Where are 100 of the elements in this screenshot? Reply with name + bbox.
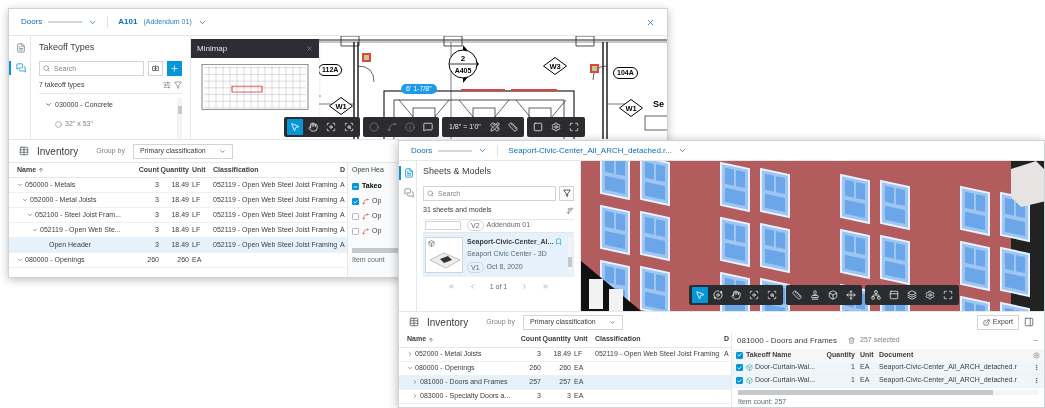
door-marker [590, 64, 599, 73]
panel-title: 081000 - Doors and Frames [737, 334, 838, 347]
first-page-icon[interactable] [447, 283, 455, 291]
hand-tool-button[interactable] [305, 119, 321, 135]
sliders-icon[interactable] [163, 81, 171, 89]
focus-icon [749, 290, 759, 300]
sort-arrow-icon[interactable] [428, 336, 435, 343]
checkbox[interactable] [352, 183, 359, 190]
close-icon[interactable] [646, 17, 655, 27]
hierarchy-tool-button[interactable] [868, 287, 884, 303]
next-page-icon[interactable] [521, 283, 529, 291]
circle-icon [55, 120, 62, 128]
inventory-title: Inventory [37, 144, 79, 159]
collapse-icon[interactable] [1032, 337, 1039, 344]
import-button[interactable] [148, 60, 163, 76]
filter-icon[interactable] [174, 81, 182, 89]
chevron-icon[interactable] [22, 197, 28, 203]
inventory-title: Inventory [427, 315, 469, 330]
cursor-icon [290, 122, 300, 132]
export-icon [982, 318, 990, 326]
checkbox[interactable] [736, 364, 743, 371]
chevron-icon[interactable] [407, 351, 413, 357]
checkbox[interactable] [736, 351, 743, 359]
bubbles-icon [15, 63, 26, 73]
layers-tool-button[interactable] [904, 287, 920, 303]
filter-icon [562, 189, 571, 197]
move-tool-button[interactable] [843, 287, 859, 303]
placeholder-bar [438, 149, 473, 152]
hand-tool-button[interactable] [728, 287, 744, 303]
ruler-icon [792, 290, 802, 300]
square-icon [532, 122, 543, 132]
checkbox[interactable] [352, 228, 359, 235]
chevron-icon[interactable] [32, 227, 38, 233]
polyline-icon [362, 228, 369, 235]
stamp-icon [810, 290, 820, 300]
polyline-icon [362, 213, 369, 220]
focus-icon [326, 122, 336, 132]
chevron-icon [608, 318, 616, 326]
chevron-icon[interactable] [407, 365, 413, 371]
hierarchy-icon [871, 290, 881, 300]
document-type[interactable]: Doors [21, 16, 43, 28]
bookmark-icon[interactable] [555, 238, 563, 246]
scrollbar[interactable] [352, 248, 399, 253]
scrollbar[interactable] [177, 97, 182, 139]
settings-icon[interactable] [1033, 351, 1040, 359]
table-icon [19, 146, 29, 156]
sheet-icon [15, 43, 26, 53]
fullscreen-icon [568, 122, 579, 132]
polyline-icon [362, 198, 369, 205]
ruler-icon [507, 122, 518, 132]
cube-icon [746, 364, 753, 371]
trash-icon[interactable] [848, 337, 856, 344]
import-icon [152, 64, 159, 72]
pencil-ruler-icon [489, 122, 500, 132]
cursor-icon [695, 290, 705, 300]
chevron-icon[interactable] [478, 146, 488, 155]
layers-icon [907, 290, 917, 300]
circle-icon [369, 122, 379, 132]
document-type[interactable]: Doors [411, 144, 433, 157]
last-page-icon[interactable] [542, 283, 550, 291]
search-icon [43, 64, 50, 72]
door-marker [362, 53, 371, 62]
ruler-tool-button[interactable] [789, 287, 805, 303]
chevron-icon[interactable] [27, 212, 33, 218]
cube-icon [428, 239, 435, 247]
filter-button[interactable] [559, 185, 574, 201]
chevron-icon[interactable] [17, 257, 23, 263]
chevron-icon[interactable] [412, 393, 418, 399]
cube-icon [746, 377, 753, 384]
checkbox[interactable] [736, 377, 743, 384]
sort-arrow-icon[interactable] [38, 167, 45, 173]
checkbox[interactable] [352, 198, 359, 205]
model-name[interactable]: Seaport-Civic-Center_All_ARCH_detached.r... [508, 144, 672, 157]
scrollbar[interactable] [738, 389, 1038, 395]
room-label: Se [653, 98, 664, 111]
previous-page-icon[interactable] [468, 283, 476, 291]
table-icon [409, 317, 419, 328]
orbit-tool-button[interactable] [710, 287, 726, 303]
zoom-icon [344, 122, 354, 132]
panel-icon[interactable] [1024, 317, 1034, 328]
sheet-icon [403, 168, 414, 178]
sort-icon[interactable] [566, 206, 574, 215]
chevron-icon[interactable] [17, 182, 23, 188]
hand-icon [308, 122, 318, 132]
panel-icon [889, 290, 899, 300]
checkbox[interactable] [352, 213, 359, 220]
rail-tab[interactable] [399, 166, 416, 180]
bubbles-icon [403, 188, 414, 198]
plus-icon [170, 63, 179, 73]
chevron-icon[interactable] [412, 379, 418, 385]
panel-title: Takeoff Types [39, 41, 96, 54]
sheet-name[interactable]: A101 [118, 16, 138, 28]
move-icon [846, 290, 856, 300]
chevron-icon[interactable] [678, 146, 687, 155]
hand-icon [731, 290, 741, 300]
minimap-title: Minimap [197, 42, 228, 55]
chevron-icon[interactable] [45, 101, 52, 109]
add-button[interactable] [167, 60, 182, 76]
panel-title: Sheets & Models [423, 165, 493, 178]
close-icon[interactable] [306, 45, 313, 52]
